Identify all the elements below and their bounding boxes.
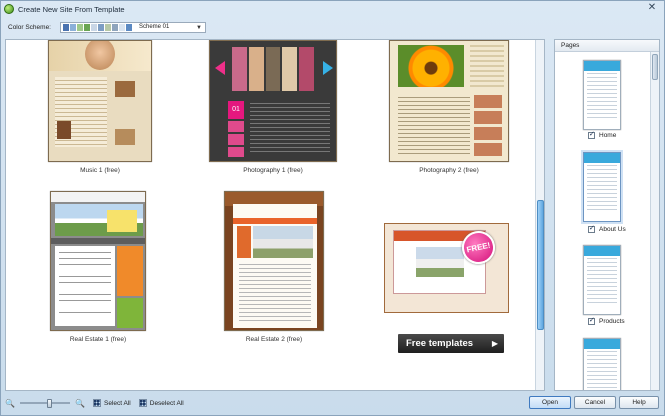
- scheme-swatch: [126, 23, 132, 31]
- template-real-estate-1[interactable]: Real Estate 1 (free): [48, 191, 148, 347]
- scheme-swatch: [70, 23, 76, 31]
- bottom-toolbar: 🔍 🔍 Select All Deselect All Open Cancel …: [5, 394, 660, 412]
- template-thumbnail[interactable]: [224, 191, 324, 331]
- window-title: Create New Site From Template: [18, 4, 125, 14]
- free-templates-label: Free templates: [406, 338, 474, 349]
- scheme-swatch: [112, 23, 118, 31]
- deselect-all-button[interactable]: Deselect All: [138, 399, 184, 407]
- play-arrow-icon: ▶: [491, 339, 498, 348]
- page-thumbnail-products[interactable]: [583, 245, 621, 315]
- scheme-swatch: [119, 23, 125, 31]
- template-caption: Real Estate 2 (free): [245, 336, 303, 343]
- scheme-swatch: [91, 23, 97, 31]
- dialog-window: Create New Site From Template ✕ Color Sc…: [0, 0, 665, 416]
- select-all-icon: [93, 399, 101, 407]
- zoom-slider-handle[interactable]: [47, 399, 52, 408]
- scheme-swatch: [105, 23, 111, 31]
- template-photography-2[interactable]: Photography 2 (free): [387, 40, 511, 180]
- color-scheme-label: Color Scheme:: [8, 23, 51, 31]
- scheme-selected-value: Scheme 01: [139, 24, 170, 30]
- zoom-slider[interactable]: [20, 399, 70, 408]
- template-caption: Photography 2 (free): [419, 167, 479, 174]
- page-home-label: Home: [599, 132, 617, 139]
- page-thumbnail-home[interactable]: [583, 60, 621, 130]
- title-bar: Create New Site From Template ✕: [1, 1, 664, 17]
- cancel-button[interactable]: Cancel: [574, 396, 616, 409]
- template-real-estate-2[interactable]: Real Estate 2 (free): [222, 191, 326, 347]
- app-logo-icon: [4, 4, 14, 14]
- scheme-swatch: [84, 23, 90, 31]
- template-photography-1[interactable]: 01 Photography 1 (free): [208, 40, 338, 180]
- color-scheme-dropdown[interactable]: Scheme 01 ▼: [60, 21, 206, 33]
- page-about-us-label: About Us: [599, 226, 626, 233]
- template-thumbnail[interactable]: [50, 191, 146, 331]
- template-caption: Music 1 (free): [80, 167, 120, 174]
- template-music-1[interactable]: Music 1 (free): [46, 40, 154, 180]
- scheme-swatch: [63, 23, 69, 31]
- free-templates-banner[interactable]: Free templates ▶: [398, 334, 504, 353]
- help-button[interactable]: Help: [619, 396, 659, 409]
- chevron-down-icon[interactable]: ▼: [196, 23, 202, 33]
- zoom-in-icon[interactable]: 🔍: [75, 399, 85, 408]
- template-thumbnail[interactable]: [48, 40, 152, 162]
- pages-scrollbar-thumb[interactable]: [652, 54, 658, 80]
- pages-scrollbar[interactable]: [650, 52, 659, 390]
- template-thumbnail[interactable]: 01: [209, 40, 337, 162]
- page-about-us-checkbox[interactable]: [588, 224, 595, 233]
- page-item-about-us[interactable]: About Us: [588, 224, 658, 233]
- open-button[interactable]: Open: [529, 396, 571, 409]
- gallery-scrollbar-thumb[interactable]: [537, 200, 544, 330]
- template-caption: Real Estate 1 (free): [69, 336, 127, 343]
- page-item-products[interactable]: Products: [588, 316, 658, 325]
- template-gallery: Music 1 (free) 01 Photography 1 (free) P…: [5, 39, 545, 391]
- deselect-all-label: Deselect All: [149, 399, 184, 407]
- page-home-checkbox[interactable]: [588, 130, 595, 139]
- page-products-checkbox[interactable]: [588, 316, 595, 325]
- select-all-button[interactable]: Select All: [93, 399, 131, 407]
- page-item-home[interactable]: Home: [588, 130, 658, 139]
- pages-header: Pages: [555, 40, 659, 52]
- template-thumbnail[interactable]: [389, 40, 509, 162]
- zoom-slider-track: [20, 402, 70, 404]
- close-icon[interactable]: ✕: [645, 2, 659, 14]
- gallery-scrollbar[interactable]: [535, 40, 544, 390]
- scheme-swatches: [63, 23, 133, 31]
- page-products-label: Products: [599, 318, 625, 325]
- template-caption: Photography 1 (free): [243, 167, 303, 174]
- zoom-out-icon[interactable]: 🔍: [5, 399, 15, 408]
- pages-panel: Pages Home About Us Products: [554, 39, 660, 391]
- select-all-label: Select All: [104, 399, 131, 407]
- page-thumbnail-next[interactable]: [583, 338, 621, 390]
- color-scheme-bar: Color Scheme: Scheme 01 ▼: [5, 19, 660, 35]
- scheme-swatch: [77, 23, 83, 31]
- deselect-all-icon: [138, 399, 147, 407]
- page-thumbnail-about-us[interactable]: [583, 152, 621, 222]
- scheme-swatch: [98, 23, 104, 31]
